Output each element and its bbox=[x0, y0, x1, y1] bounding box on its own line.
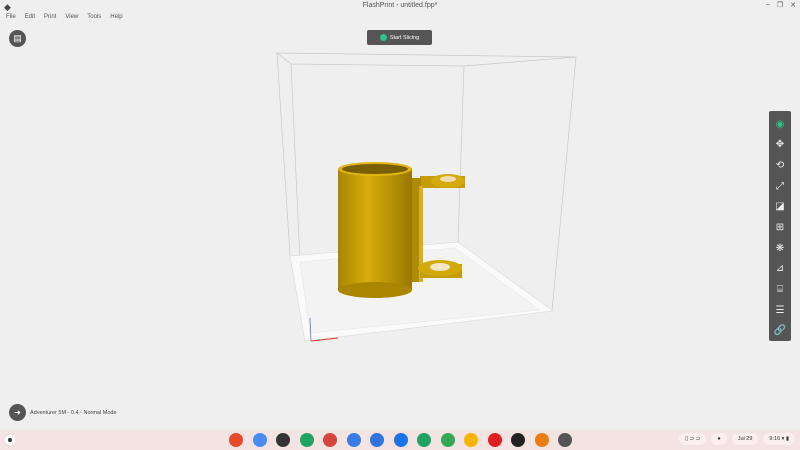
app-blender-icon[interactable] bbox=[534, 433, 549, 447]
app-app4-icon[interactable] bbox=[299, 433, 314, 447]
right-toolbar: ◉ ✥ ⟲ ⤢ ◪ ⊞ ❋ ⊿ ⌸ ☰ 🔗 bbox=[769, 111, 791, 341]
supports-icon[interactable]: ❋ bbox=[769, 238, 791, 259]
chromeos-shelf: ▯ ⊃ ⊃ ● Jul 29 9:16 ▾ ▮ bbox=[0, 430, 800, 450]
3d-model-cup[interactable] bbox=[338, 162, 465, 298]
app-calendar-icon[interactable] bbox=[346, 433, 361, 447]
add-icon[interactable]: ⊞ bbox=[769, 217, 791, 238]
printer-status: ➜ Adventurer 5M - 0.4 - Normal Mode bbox=[9, 404, 117, 421]
tote-icon[interactable]: ▯ ⊃ ⊃ bbox=[679, 433, 707, 445]
printer-status-label: Adventurer 5M - 0.4 - Normal Mode bbox=[30, 409, 117, 416]
printer-icon[interactable]: ➜ bbox=[9, 404, 26, 421]
app-flashprint-icon[interactable] bbox=[511, 433, 525, 447]
move-icon[interactable]: ✥ bbox=[769, 135, 791, 156]
app-app3-icon[interactable] bbox=[276, 433, 290, 447]
status-tray[interactable]: 9:16 ▾ ▮ bbox=[763, 433, 795, 445]
app-app15-icon[interactable] bbox=[558, 433, 572, 447]
link-icon[interactable]: 🔗 bbox=[769, 320, 791, 341]
rotate-icon[interactable]: ⟲ bbox=[769, 155, 791, 176]
time: 9:16 bbox=[769, 436, 781, 442]
view-icon[interactable]: ◉ bbox=[769, 114, 791, 135]
cut-icon[interactable]: ◪ bbox=[769, 197, 791, 218]
settings-sliders-icon[interactable]: ☰ bbox=[769, 300, 791, 321]
surface-icon[interactable]: ⊿ bbox=[769, 258, 791, 279]
app-play-icon[interactable] bbox=[440, 433, 455, 447]
app-photos-icon[interactable] bbox=[464, 433, 478, 447]
scale-icon[interactable]: ⤢ bbox=[769, 176, 791, 197]
date[interactable]: Jul 29 bbox=[731, 433, 759, 445]
app-chat-icon[interactable] bbox=[393, 433, 408, 447]
app-chrome-icon[interactable] bbox=[229, 433, 243, 447]
app-youtube-icon[interactable] bbox=[487, 433, 502, 447]
wifi-icon: ▾ bbox=[781, 436, 785, 442]
app-meet-icon[interactable] bbox=[417, 433, 431, 447]
app-files-icon[interactable] bbox=[370, 433, 384, 447]
notification-icon[interactable]: ● bbox=[711, 433, 727, 445]
cylinder-icon[interactable]: ⌸ bbox=[769, 279, 791, 300]
app-gmail-icon[interactable] bbox=[323, 433, 337, 447]
battery-icon: ▮ bbox=[785, 436, 789, 442]
3d-viewport[interactable] bbox=[0, 0, 800, 430]
launcher-button[interactable] bbox=[5, 435, 15, 445]
app-gemini-icon[interactable] bbox=[252, 433, 267, 447]
